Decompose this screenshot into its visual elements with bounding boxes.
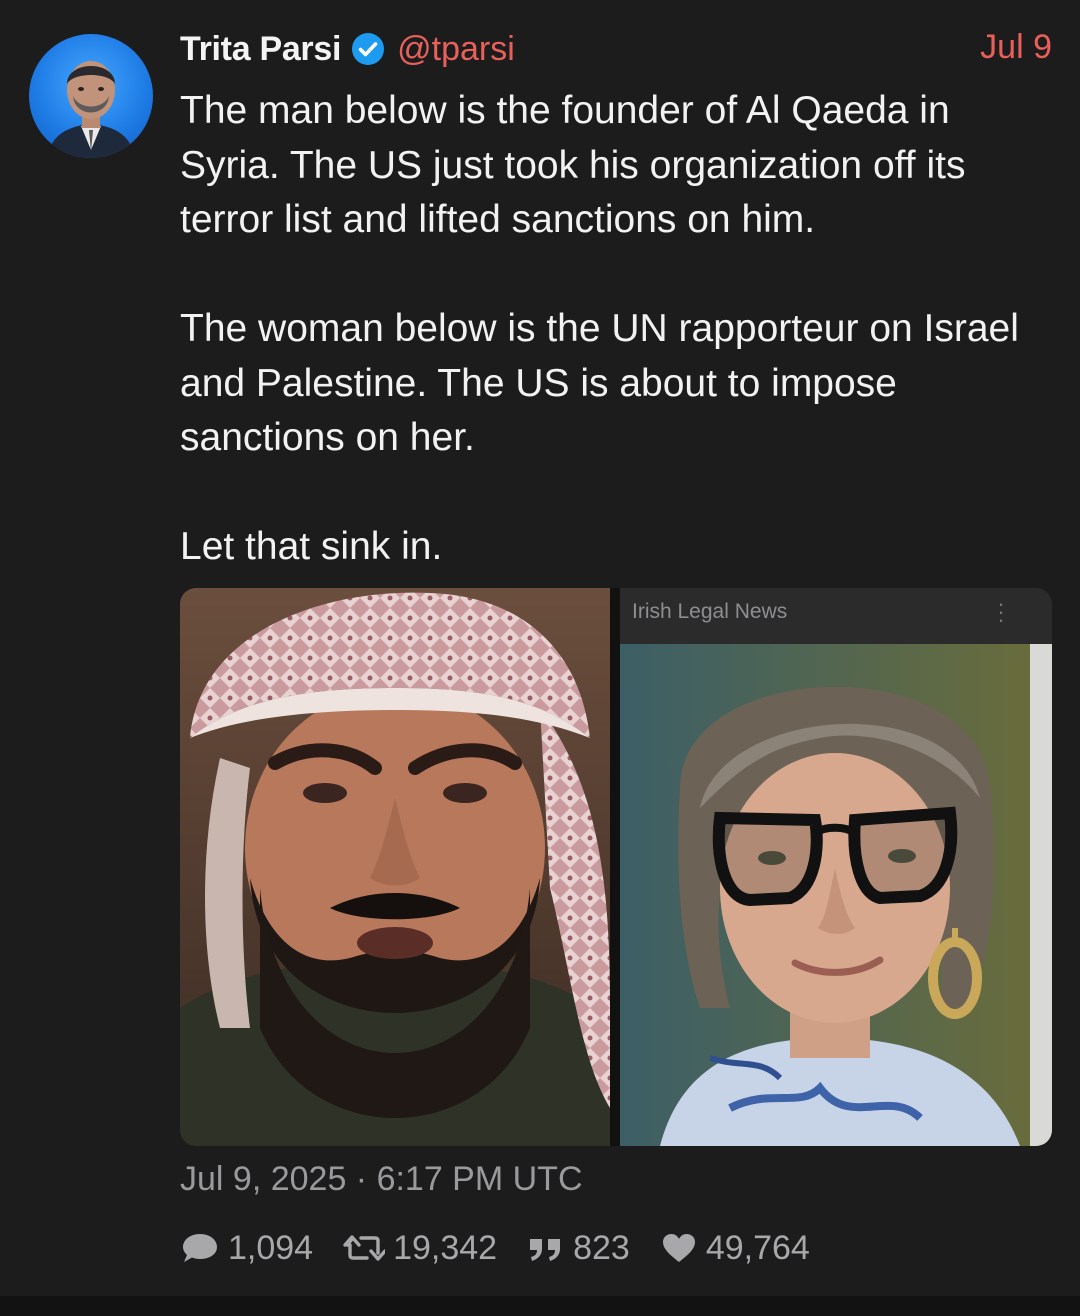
tweet-paragraph: The woman below is the UN rapporteur on …: [180, 307, 1019, 459]
avatar-portrait: [47, 61, 135, 158]
avatar[interactable]: [29, 34, 153, 158]
tweet-paragraph: The man below is the founder of Al Qaeda…: [180, 89, 966, 241]
verified-badge-icon: [351, 32, 385, 66]
more-options-icon[interactable]: · · ·: [996, 593, 1006, 631]
tweet-media: Irish Legal News · · ·: [180, 588, 1052, 1146]
media-image-right[interactable]: Irish Legal News · · ·: [620, 588, 1052, 1146]
reply-count: 1,094: [228, 1228, 314, 1267]
media-source-label: Irish Legal News: [632, 600, 788, 623]
heart-icon: [662, 1234, 695, 1262]
tweet-paragraph: Let that sink in.: [180, 525, 443, 568]
media-source-bar: Irish Legal News · · ·: [620, 588, 1052, 644]
tweet-stats: 1,094 19,342 823 49,764: [180, 1225, 840, 1271]
quote-stat[interactable]: 823: [527, 1229, 630, 1268]
retweet-icon: [343, 1235, 386, 1261]
quote-count: 823: [573, 1228, 630, 1267]
like-stat[interactable]: 49,764: [660, 1229, 810, 1268]
speech-bubble-icon: [183, 1234, 217, 1262]
author-name[interactable]: Trita Parsi: [180, 30, 341, 69]
reply-stat[interactable]: 1,094: [180, 1229, 313, 1268]
tweet-date-link[interactable]: Jul 9: [980, 28, 1052, 67]
quote-icon: [530, 1239, 561, 1261]
tweet-text: The man below is the founder of Al Qaeda…: [180, 84, 1060, 575]
author-handle[interactable]: @tparsi: [397, 30, 515, 69]
retweet-stat[interactable]: 19,342: [343, 1229, 497, 1268]
retweet-count: 19,342: [393, 1228, 498, 1267]
like-count: 49,764: [705, 1228, 810, 1267]
tweet-timestamp[interactable]: Jul 9, 2025 · 6:17 PM UTC: [180, 1160, 583, 1199]
media-image-left[interactable]: [180, 588, 610, 1146]
divider: [0, 1296, 1080, 1316]
tweet-header: Trita Parsi @tparsi Jul 9: [180, 28, 1052, 70]
tweet-card: Trita Parsi @tparsi Jul 9 The man below …: [0, 0, 1080, 1296]
